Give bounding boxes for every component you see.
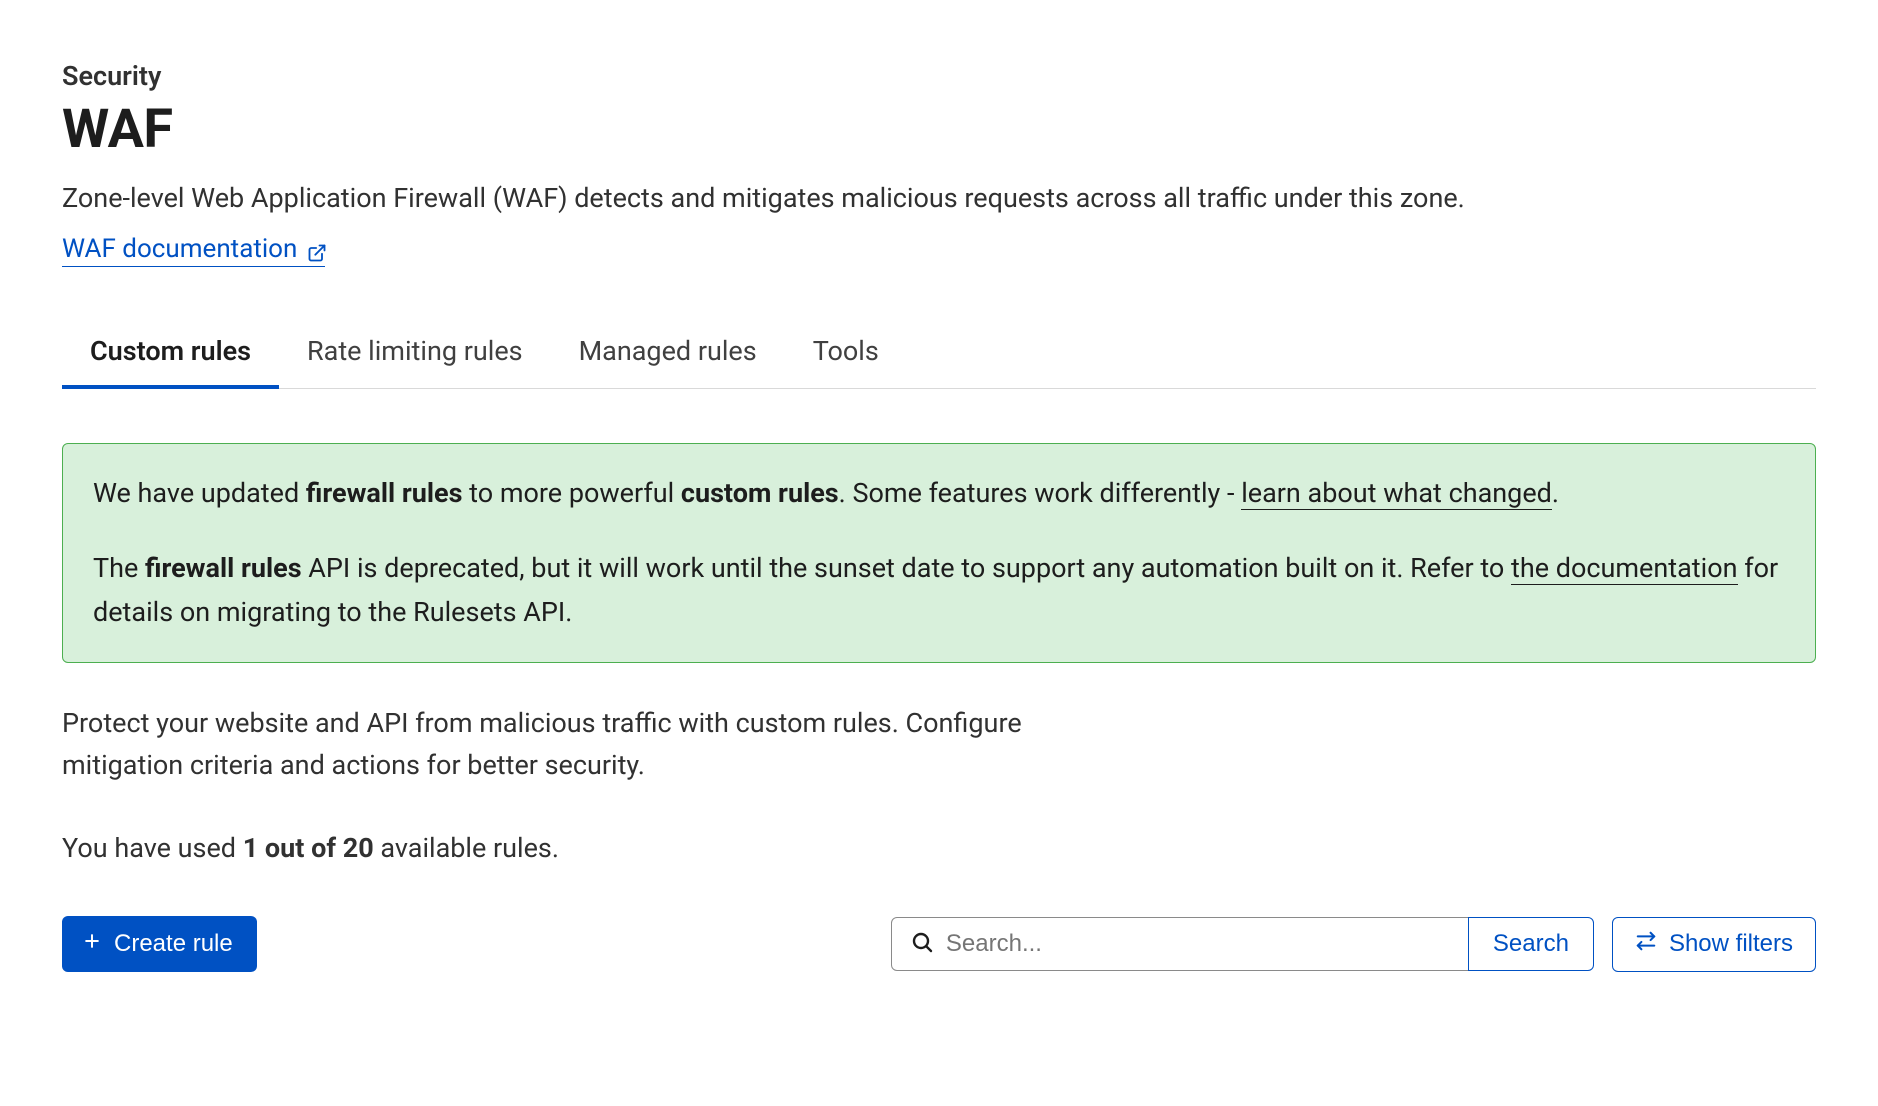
tab-custom-rules[interactable]: Custom rules (62, 321, 279, 389)
filters-icon (1635, 930, 1657, 959)
search-group: Search (891, 917, 1594, 971)
tabs: Custom rules Rate limiting rules Managed… (62, 321, 1816, 389)
breadcrumb: Security (62, 60, 1816, 92)
waf-documentation-link[interactable]: WAF documentation (62, 234, 325, 267)
action-row: Create rule Search (62, 916, 1816, 972)
update-notice: We have updated firewall rules to more p… (62, 443, 1816, 663)
notice-paragraph-2: The firewall rules API is deprecated, bu… (93, 547, 1785, 633)
create-rule-label: Create rule (114, 930, 233, 958)
plus-icon (82, 930, 102, 958)
show-filters-label: Show filters (1669, 930, 1793, 958)
tab-rate-limiting-rules[interactable]: Rate limiting rules (279, 321, 551, 389)
external-link-icon (307, 240, 325, 258)
section-description: Protect your website and API from malici… (62, 703, 1072, 787)
rules-usage: You have used 1 out of 20 available rule… (62, 832, 1816, 864)
page-title: WAF (62, 98, 1816, 161)
search-input[interactable] (946, 930, 1450, 958)
page-description: Zone-level Web Application Firewall (WAF… (62, 179, 1816, 218)
search-box[interactable] (891, 917, 1469, 971)
documentation-link[interactable]: the documentation (1511, 552, 1738, 585)
notice-paragraph-1: We have updated firewall rules to more p… (93, 472, 1785, 515)
search-icon (910, 930, 934, 958)
doc-link-label: WAF documentation (62, 234, 297, 264)
show-filters-button[interactable]: Show filters (1612, 917, 1816, 972)
tab-tools[interactable]: Tools (785, 321, 907, 389)
learn-what-changed-link[interactable]: learn about what changed (1241, 477, 1552, 510)
search-button[interactable]: Search (1468, 917, 1594, 971)
tab-managed-rules[interactable]: Managed rules (551, 321, 785, 389)
create-rule-button[interactable]: Create rule (62, 916, 257, 972)
